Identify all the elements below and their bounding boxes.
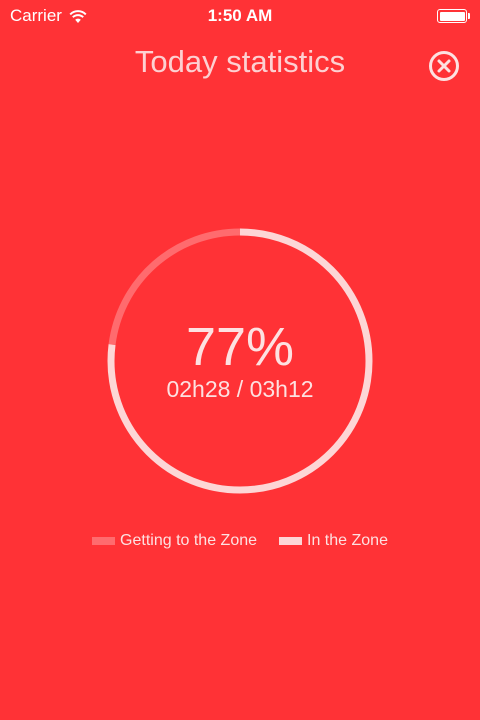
legend-item-in-zone: In the Zone (279, 532, 388, 550)
legend-label: Getting to the Zone (120, 532, 258, 549)
close-button[interactable] (428, 50, 460, 82)
status-bar: Carrier 1:50 AM (0, 0, 480, 32)
legend: Getting to the Zone In the Zone (0, 532, 480, 550)
legend-swatch (92, 537, 116, 545)
progress-ring: 77% 02h28 / 03h12 (107, 228, 373, 494)
legend-swatch (279, 537, 303, 545)
close-circle-icon (429, 51, 459, 81)
battery-icon (437, 9, 470, 23)
status-time: 1:50 AM (207, 6, 273, 25)
percent-label: 77% (185, 317, 295, 377)
legend-label: In the Zone (307, 532, 388, 549)
page-title: Today statistics (134, 44, 346, 79)
legend-item-getting-to-zone: Getting to the Zone (92, 532, 257, 550)
duration-label: 02h28 / 03h12 (166, 376, 314, 402)
